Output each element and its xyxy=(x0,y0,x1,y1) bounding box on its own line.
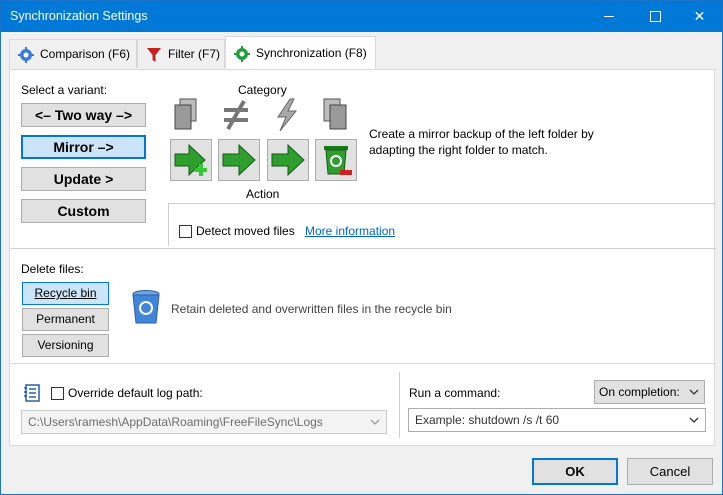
tab-synchronization[interactable]: Synchronization (F8) xyxy=(225,36,376,69)
action-create-right-button[interactable] xyxy=(170,139,212,181)
command-trigger-dropdown[interactable]: On completion: xyxy=(594,380,705,404)
log-path-combobox[interactable]: C:\Users\ramesh\AppData\Roaming\FreeFile… xyxy=(21,410,387,434)
variant-description-line1: Create a mirror backup of the left folde… xyxy=(369,127,594,141)
bottom-vertical-divider xyxy=(399,372,400,438)
funnel-icon xyxy=(147,48,161,62)
detect-moved-files-checkbox[interactable] xyxy=(179,225,192,238)
green-arrow-icon xyxy=(222,143,256,177)
variant-custom-button[interactable]: Custom xyxy=(21,199,146,223)
ok-button[interactable]: OK xyxy=(532,458,618,485)
variant-heading: Select a variant: xyxy=(21,83,108,97)
run-command-label: Run a command: xyxy=(409,386,501,400)
close-button[interactable]: ✕ xyxy=(677,1,722,32)
detect-moved-files-label: Detect moved files xyxy=(196,224,295,238)
tab-label: Comparison (F6) xyxy=(40,47,131,61)
recycle-bin-icon xyxy=(132,290,160,324)
log-path-value: C:\Users\ramesh\AppData\Roaming\FreeFile… xyxy=(28,415,323,429)
action-label: Action xyxy=(246,187,280,201)
permanent-label: Permanent xyxy=(36,312,95,326)
recycle-bin-button[interactable]: Recycle bin xyxy=(22,282,109,305)
permanent-button[interactable]: Permanent xyxy=(22,308,109,331)
synchronization-panel: Select a variant: <– Two way –> Mirror –… xyxy=(9,69,716,365)
conflict-icon xyxy=(277,98,298,132)
action-overwrite-right-button[interactable] xyxy=(267,139,309,181)
tab-label: Synchronization (F8) xyxy=(256,46,367,60)
variant-mirror-button[interactable]: Mirror –> xyxy=(21,135,146,159)
window-title: Synchronization Settings xyxy=(10,9,148,23)
title-bar: Synchronization Settings ✕ xyxy=(1,1,722,32)
left-only-file-icon xyxy=(174,98,197,130)
tab-label: Filter (F7) xyxy=(168,47,220,61)
recycle-bin-label: Recycle bin xyxy=(34,286,97,300)
vertical-divider xyxy=(168,203,169,246)
command-combobox[interactable]: Example: shutdown /s /t 60 xyxy=(408,408,706,432)
divider-top xyxy=(168,203,716,204)
override-log-path-checkbox[interactable] xyxy=(51,387,64,400)
maximize-button[interactable] xyxy=(632,1,677,32)
variant-description-line2: adapting the right folder to match. xyxy=(369,143,548,157)
minimize-button[interactable] xyxy=(586,1,631,32)
delete-files-description: Retain deleted and overwritten files in … xyxy=(171,302,452,316)
right-only-file-icon xyxy=(323,98,347,130)
cancel-button[interactable]: Cancel xyxy=(627,458,713,485)
tab-filter[interactable]: Filter (F7) xyxy=(137,39,225,68)
variant-update-button[interactable]: Update > xyxy=(21,167,146,191)
command-placeholder: Example: shutdown /s /t 60 xyxy=(415,413,560,427)
gear-green-icon xyxy=(234,46,250,62)
chevron-down-icon xyxy=(689,389,699,395)
different-files-icon xyxy=(224,100,248,130)
override-log-path-label: Override default log path: xyxy=(68,386,203,400)
versioning-label: Versioning xyxy=(37,338,94,352)
gear-blue-icon xyxy=(18,47,34,63)
variant-two-way-button[interactable]: <– Two way –> xyxy=(21,103,146,127)
action-delete-right-button[interactable] xyxy=(315,139,357,181)
action-update-right-button[interactable] xyxy=(218,139,260,181)
green-arrow-icon xyxy=(271,143,305,177)
green-arrow-plus-icon xyxy=(174,143,207,177)
versioning-button[interactable]: Versioning xyxy=(22,334,109,357)
green-recycle-bin-delete-icon xyxy=(324,146,352,175)
delete-files-heading: Delete files: xyxy=(21,262,84,276)
more-information-link[interactable]: More information xyxy=(305,224,395,238)
bottom-section: Override default log path: C:\Users\rame… xyxy=(9,364,715,446)
section-divider xyxy=(10,248,716,249)
command-trigger-value: On completion: xyxy=(599,385,680,399)
close-icon: ✕ xyxy=(693,8,706,24)
tab-comparison[interactable]: Comparison (F6) xyxy=(9,39,137,68)
log-file-icon xyxy=(24,384,40,402)
chevron-down-icon xyxy=(689,417,699,423)
dialog-window: Synchronization Settings ✕ Comparison (F… xyxy=(0,0,723,495)
chevron-down-icon xyxy=(370,419,380,425)
